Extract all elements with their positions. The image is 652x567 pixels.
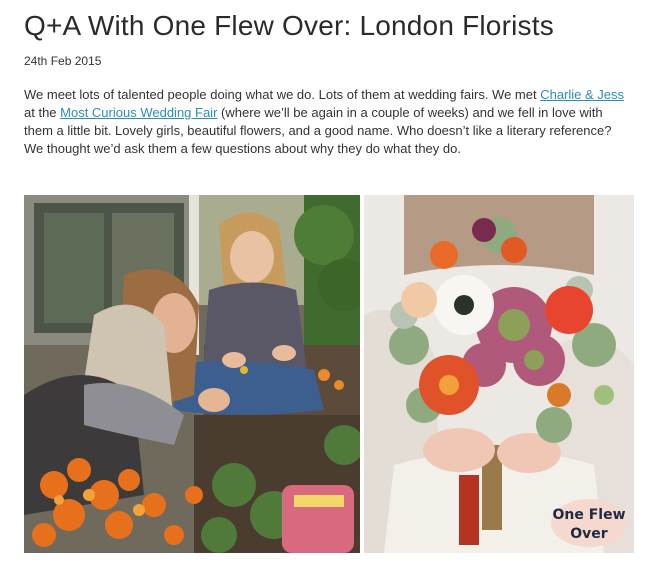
logo-line2: Over [570, 526, 608, 542]
florists-working-photo [24, 195, 360, 553]
intro-text-1: We meet lots of talented people doing wh… [24, 87, 541, 102]
page-title: Q+A With One Flew Over: London Florists [24, 10, 554, 41]
charlie-jess-link[interactable]: Charlie & Jess [540, 87, 624, 102]
intro-text-2: at the [24, 105, 61, 120]
intro-paragraph: We meet lots of talented people doing wh… [24, 86, 628, 158]
bouquet-photo: One Flew Over [364, 195, 634, 553]
wedding-fair-link[interactable]: Most Curious Wedding Fair [60, 105, 217, 120]
post-date: 24th Feb 2015 [24, 54, 102, 68]
logo-line1: One Flew [552, 507, 625, 523]
